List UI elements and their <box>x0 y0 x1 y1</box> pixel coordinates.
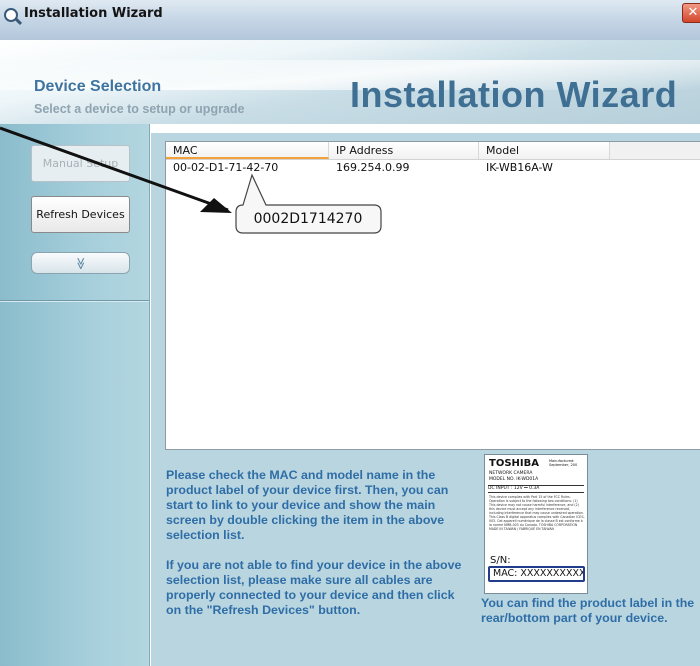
sidebar-divider <box>0 300 149 302</box>
sidebar-panel: Manual Setup Refresh Devices ≫ <box>0 124 150 666</box>
device-list[interactable]: MAC IP Address Model 00-02-D1-71-42-70 1… <box>165 141 700 450</box>
column-header-ip[interactable]: IP Address <box>329 142 479 159</box>
title-bar: Installation Wizard ✕ <box>0 0 700 41</box>
label-compliance-text: This device complies with Part 15 of the… <box>489 495 585 531</box>
brand-title: Installation Wizard <box>350 74 678 115</box>
main-panel: MAC IP Address Model 00-02-D1-71-42-70 1… <box>151 124 700 666</box>
label-model: MODEL NO. IK-WD01A <box>489 477 539 482</box>
device-list-header: MAC IP Address Model <box>166 142 700 160</box>
expand-more-button[interactable]: ≫ <box>31 252 130 274</box>
label-mac-box: MAC: XXXXXXXXXXXX <box>488 566 585 582</box>
column-header-filler <box>610 142 700 159</box>
refresh-devices-button[interactable]: Refresh Devices <box>31 196 130 233</box>
product-label-image: TOSHIBA Manufactured: September, 200 NET… <box>484 454 588 594</box>
page-subtitle: Select a device to setup or upgrade <box>34 102 245 116</box>
column-header-mac[interactable]: MAC <box>166 142 329 159</box>
instructions-paragraph-1: Please check the MAC and model name in t… <box>166 468 449 542</box>
label-serial: S/N: <box>490 555 511 566</box>
label-dc-input: DC INPUT : 12V ⎓ 0.3A <box>488 485 584 493</box>
instructions-paragraph-2: If you are not able to find your device … <box>166 558 462 617</box>
label-brand: TOSHIBA <box>489 458 539 469</box>
header-banner: Device Selection Select a device to setu… <box>0 40 700 124</box>
device-ip-cell: 169.254.0.99 <box>336 161 410 174</box>
window-title: Installation Wizard <box>24 6 163 21</box>
sidebar: Manual Setup Refresh Devices ≫ <box>0 124 151 666</box>
device-model-cell: IK-WB16A-W <box>486 161 553 174</box>
magnifier-icon <box>4 8 18 22</box>
instructions-text: Please check the MAC and model name in t… <box>166 468 471 633</box>
callout-mac-text: 0002D1714270 <box>253 211 363 227</box>
manual-setup-button[interactable]: Manual Setup <box>31 145 130 182</box>
page-title: Device Selection <box>34 78 162 95</box>
label-caption: You can find the product label in the re… <box>481 596 695 625</box>
column-header-model[interactable]: Model <box>479 142 610 159</box>
device-mac-cell: 00-02-D1-71-42-70 <box>173 161 279 174</box>
label-product-type: NETWORK CAMERA <box>489 471 533 476</box>
label-manufactured: Manufactured: September, 200 <box>549 459 578 467</box>
double-chevron-down-icon: ≫ <box>74 256 88 270</box>
close-button[interactable]: ✕ <box>682 3 700 23</box>
